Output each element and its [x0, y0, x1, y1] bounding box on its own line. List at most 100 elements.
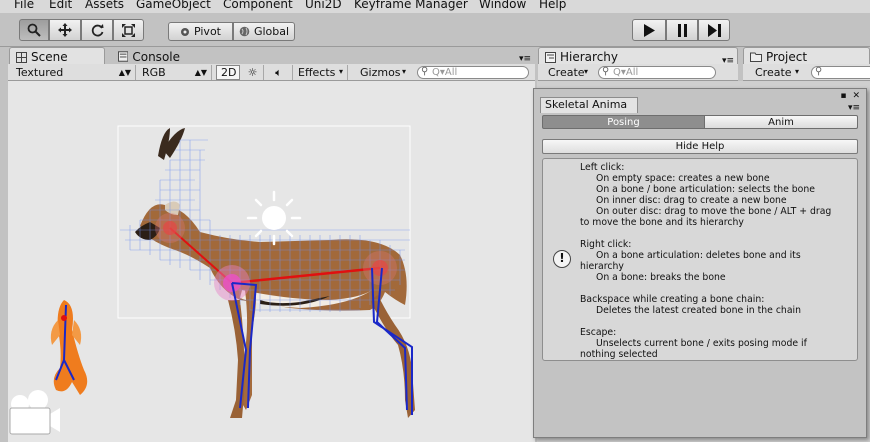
scene-menu-icon[interactable]: ▾≡	[519, 54, 531, 64]
mode-2d-label: 2D	[221, 66, 237, 79]
tab-scene[interactable]: Scene	[9, 47, 105, 65]
speaker-icon: 🔈︎	[275, 65, 282, 79]
hierarchy-search-input[interactable]: Q▾All	[598, 66, 716, 79]
skeletal-window-tab[interactable]: Skeletal Anima	[540, 97, 638, 113]
menu-assets[interactable]: Assets	[85, 0, 124, 11]
help-lc2: On a bone / bone articulation: selects t…	[596, 184, 815, 195]
hand-tool-button[interactable]	[19, 19, 49, 41]
panel-menu-icon[interactable]: ▾≡	[848, 103, 860, 113]
help-right-click: Right click:	[580, 239, 632, 250]
rotate-tool-button[interactable]	[81, 19, 113, 41]
pivot-toggle[interactable]: Pivot	[168, 22, 233, 41]
help-lc4b: to move the bone and its hierarchy	[580, 217, 744, 228]
hierarchy-icon	[545, 51, 556, 63]
console-icon	[118, 51, 129, 62]
move-tool-button[interactable]	[49, 19, 81, 41]
help-rc1: On a bone articulation: deletes bone and…	[596, 250, 801, 261]
light-gizmo-icon[interactable]	[246, 190, 302, 246]
menu-keyframe-manager[interactable]: Keyframe Manager	[354, 0, 468, 11]
magnifier-icon	[27, 23, 41, 37]
menu-file[interactable]: File	[14, 0, 34, 11]
main-toolbar: Pivot Global	[0, 13, 870, 47]
help-lc1: On empty space: creates a new bone	[596, 173, 770, 184]
mode-2d-toggle[interactable]: 2D	[216, 65, 240, 80]
tab-posing[interactable]: Posing	[542, 115, 705, 129]
hierarchy-create-dropdown[interactable]: Create ▾	[544, 65, 592, 80]
help-backspace: Backspace while creating a bone chain:	[580, 294, 765, 305]
gizmos-label: Gizmos	[360, 66, 401, 79]
scene-search-placeholder: Q▾All	[432, 67, 458, 78]
lighting-toggle[interactable]: ☼	[242, 65, 264, 80]
camera-gizmo-icon[interactable]	[9, 390, 60, 435]
play-button[interactable]	[632, 19, 666, 41]
project-create-dropdown[interactable]: Create ▾	[751, 65, 803, 80]
scene-search-input[interactable]: Q▾All	[417, 66, 529, 79]
pause-button[interactable]	[666, 19, 698, 41]
menu-uni2d[interactable]: Uni2D	[305, 0, 342, 11]
tab-posing-label: Posing	[607, 117, 640, 128]
gizmos-dropdown[interactable]: Gizmos ▾	[356, 65, 410, 80]
tab-project-label: Project	[766, 50, 808, 64]
tab-project[interactable]: Project	[743, 47, 870, 65]
global-toggle[interactable]: Global	[233, 22, 295, 41]
project-create-label: Create	[755, 66, 792, 79]
help-escape: Escape:	[580, 327, 617, 338]
globe-icon	[239, 26, 250, 37]
hierarchy-toolbar: Create▾ Q▾All ▾≡	[538, 56, 738, 81]
tab-anim-label: Anim	[768, 117, 794, 128]
scene-toolbar: Textured ▲▼ RGB ▲▼ 2D ☼ 🔈︎ Effects ▾ Gizmos…	[8, 64, 535, 81]
hide-help-button[interactable]: Hide Help	[542, 139, 858, 154]
scene-view[interactable]	[8, 81, 535, 442]
draw-mode-dropdown[interactable]: Textured ▲▼	[12, 65, 136, 80]
scene-canvas	[9, 125, 415, 435]
maximize-icon[interactable]: ▪	[840, 91, 846, 101]
close-icon[interactable]: ✕	[852, 91, 860, 101]
skeletal-window-title: Skeletal Anima	[545, 98, 628, 111]
help-lc3: On inner disc: drag to create a new bone	[596, 195, 787, 206]
pivot-label: Pivot	[193, 25, 221, 38]
folder-icon	[750, 52, 762, 62]
draw-mode-value: Textured	[16, 66, 64, 79]
hide-help-label: Hide Help	[675, 141, 725, 152]
hierarchy-menu-icon[interactable]: ▾≡	[722, 56, 734, 66]
play-icon	[644, 23, 655, 37]
effects-dropdown[interactable]: Effects ▾	[294, 65, 348, 80]
skeletal-animation-window: ▪ ✕ Skeletal Anima ▾≡ Posing Anim Hide H…	[533, 88, 867, 438]
tab-scene-label: Scene	[31, 50, 68, 64]
move-arrows-icon	[58, 23, 72, 37]
help-es1: Unselects current bone / exits posing mo…	[596, 338, 807, 349]
menu-edit[interactable]: Edit	[49, 0, 72, 11]
project-toolbar: Create ▾	[743, 64, 870, 81]
global-label: Global	[253, 25, 290, 38]
help-box: ! Left click: On empty space: creates a …	[542, 158, 858, 361]
render-mode-dropdown[interactable]: RGB ▲▼	[138, 65, 212, 80]
menu-component[interactable]: Component	[223, 0, 293, 11]
pivot-icon	[180, 27, 189, 36]
tab-console-label: Console	[132, 49, 180, 64]
step-button[interactable]	[698, 19, 730, 41]
menu-gameobject[interactable]: GameObject	[136, 0, 211, 11]
menu-help[interactable]: Help	[539, 0, 566, 11]
tab-hierarchy[interactable]: Hierarchy	[538, 47, 738, 65]
help-es1b: nothing selected	[580, 349, 658, 360]
help-rc2: On a bone: breaks the bone	[596, 272, 726, 283]
tab-anim[interactable]: Anim	[704, 115, 858, 129]
scale-tool-button[interactable]	[113, 19, 144, 41]
audio-toggle[interactable]: 🔈︎	[265, 65, 293, 80]
sun-icon: ☼	[247, 66, 258, 79]
scene-grid-icon	[16, 51, 27, 63]
window-controls: ▪ ✕	[840, 91, 860, 101]
goldfish-sprite	[50, 300, 88, 395]
hierarchy-search-placeholder: Q▾All	[613, 67, 639, 78]
menu-window[interactable]: Window	[479, 0, 526, 11]
effects-label: Effects	[298, 66, 336, 79]
hierarchy-create-label: Create	[548, 66, 585, 79]
help-left-click: Left click:	[580, 162, 625, 173]
project-search-input[interactable]	[811, 66, 870, 79]
tab-hierarchy-label: Hierarchy	[560, 50, 619, 64]
pause-icon	[677, 23, 687, 37]
tab-console[interactable]: Console	[112, 47, 186, 65]
help-lc4: On outer disc: drag to move the bone / A…	[596, 206, 832, 217]
help-rc1b: hierarchy	[580, 261, 624, 272]
help-bs1: Deletes the latest created bone in the c…	[596, 305, 801, 316]
